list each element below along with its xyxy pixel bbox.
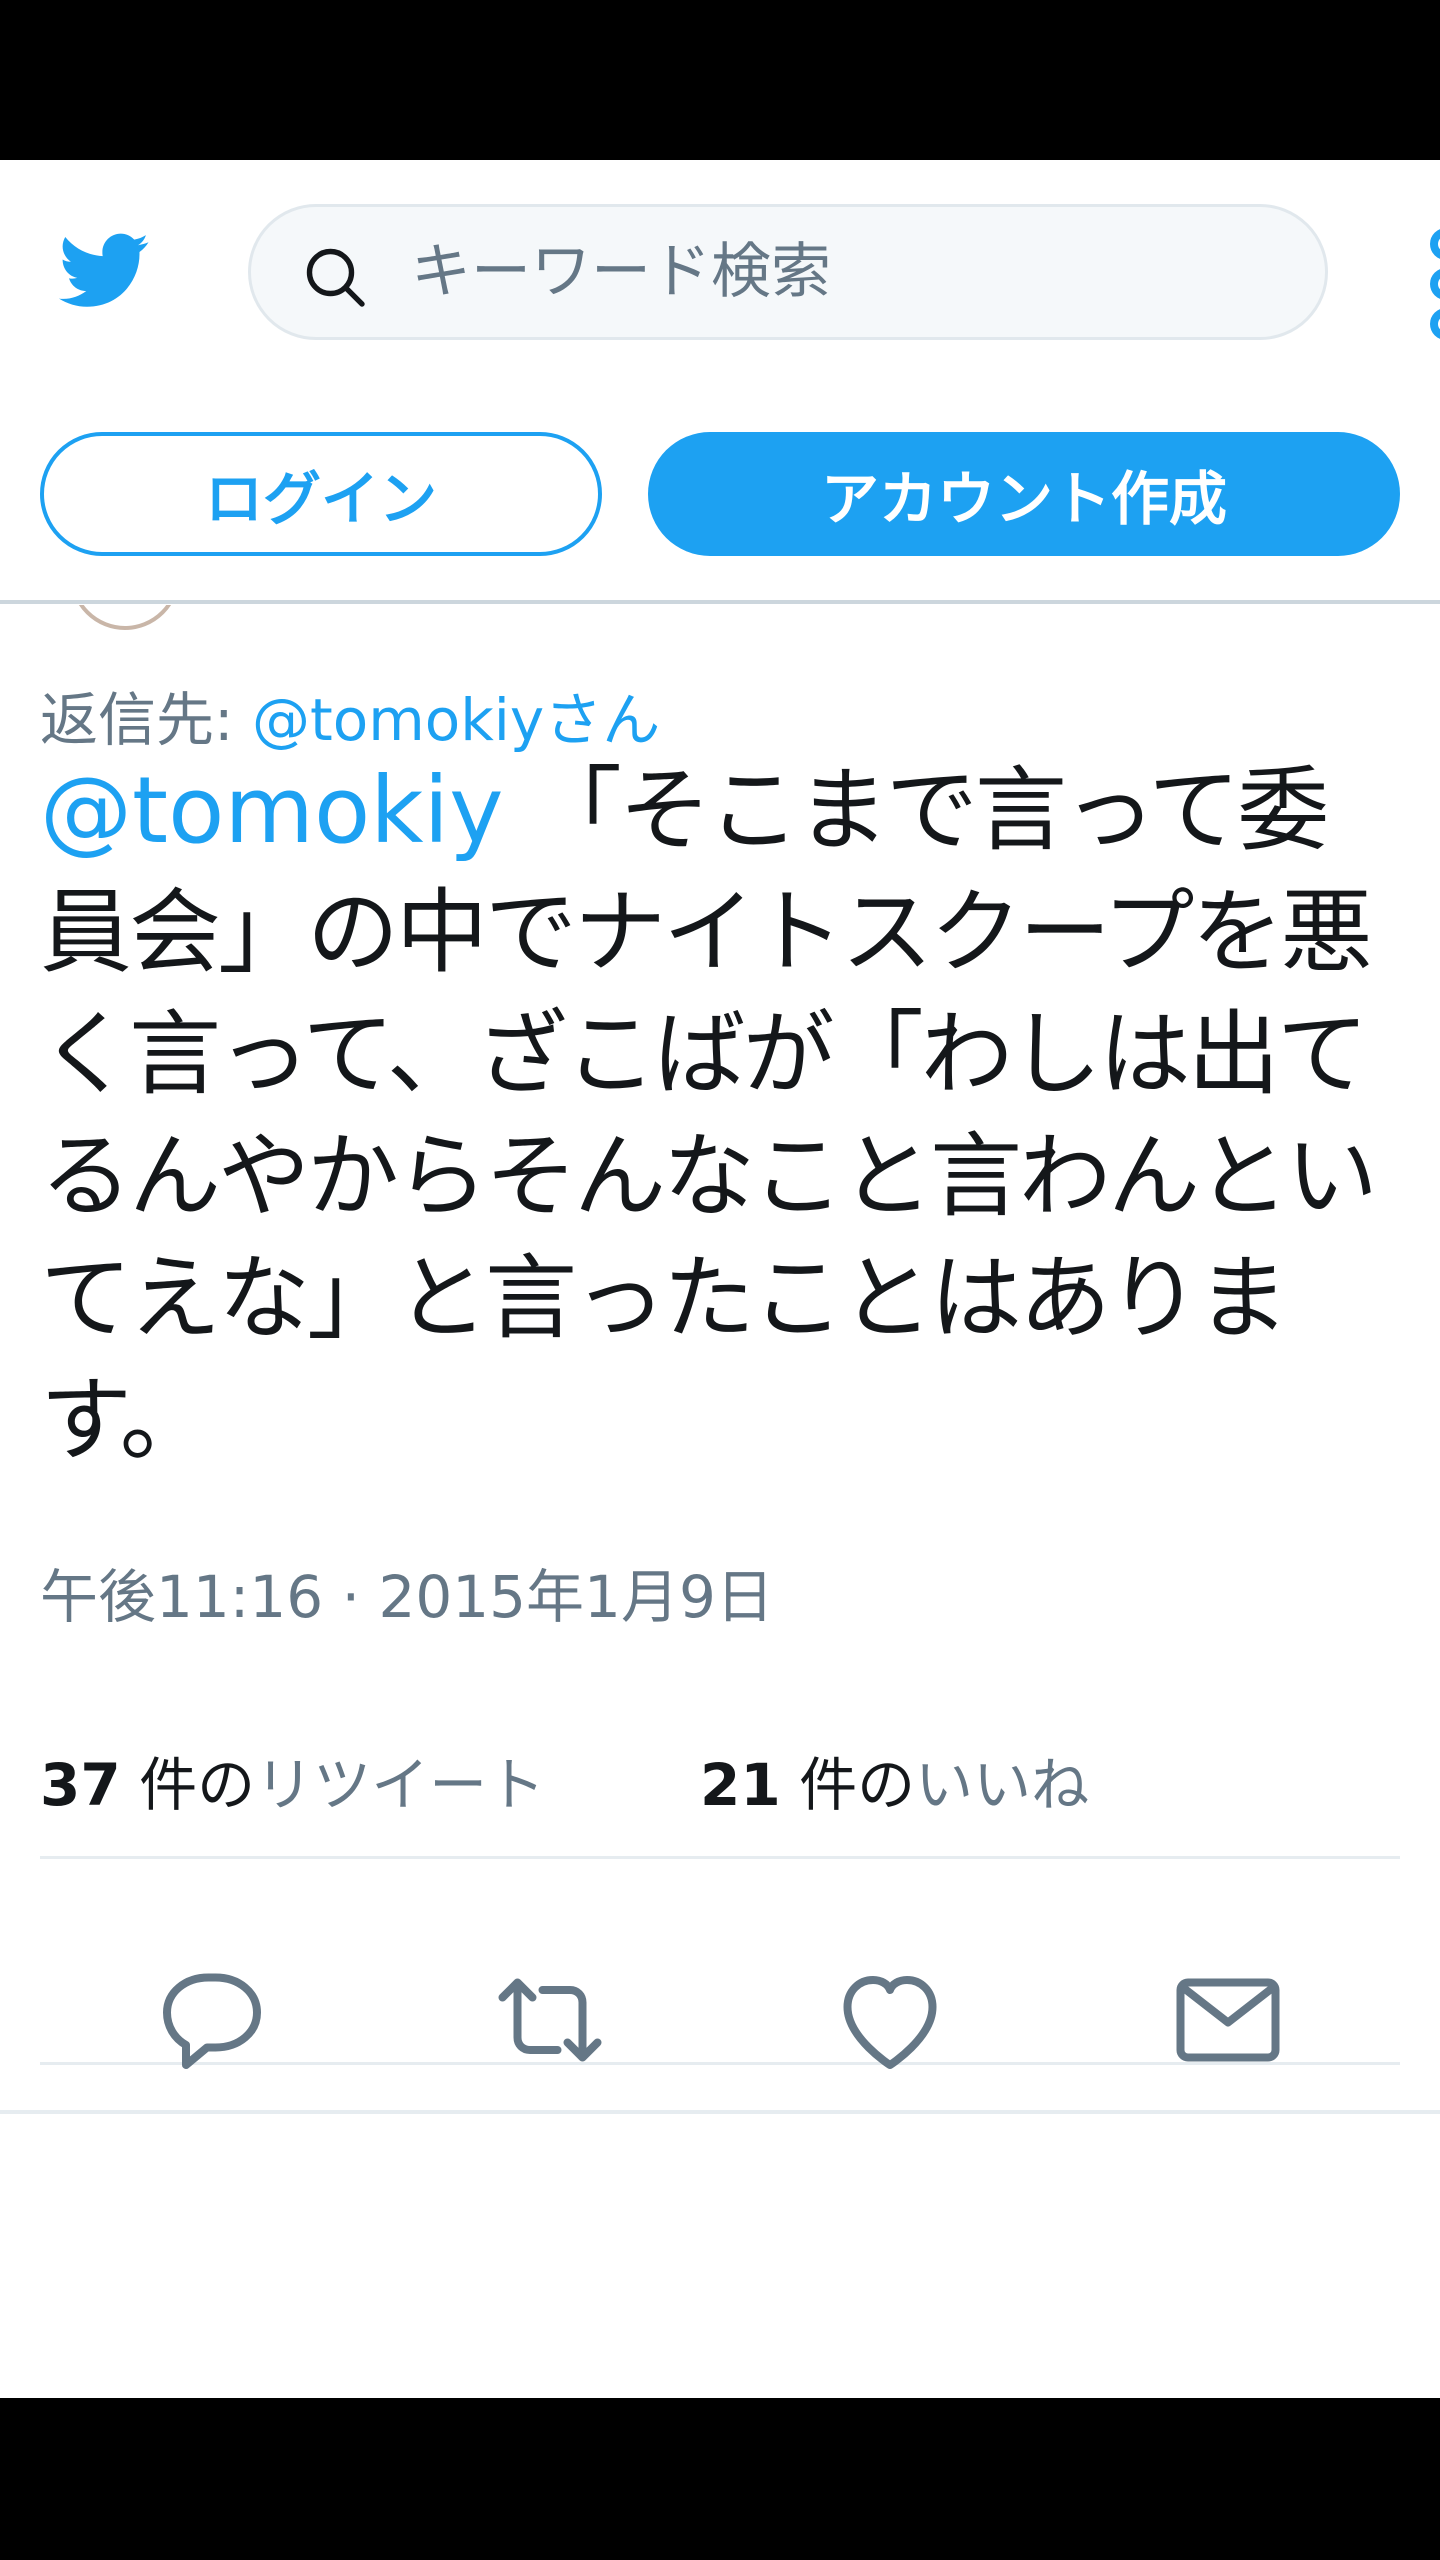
mention-link[interactable]: @tomokiy xyxy=(40,757,504,864)
divider xyxy=(40,1856,1400,1859)
like-unit: 件の xyxy=(780,1751,916,1819)
reply-suffix: さん xyxy=(544,686,661,754)
tweet-actions xyxy=(0,1960,1440,2100)
tweet-page: ログイン アカウント作成 返信先: @tomokiyさん @tomokiy 「そ… xyxy=(0,160,1440,2398)
search-icon xyxy=(306,248,365,307)
retweet-icon[interactable] xyxy=(490,1960,610,2080)
like-count-link[interactable]: 21 件のいいね xyxy=(700,1738,1089,1822)
retweet-label: リツイート xyxy=(255,1751,546,1819)
bottom-divider xyxy=(0,2110,1440,2114)
reply-mention-link[interactable]: @tomokiy xyxy=(252,686,544,754)
retweet-unit: 件の xyxy=(120,1751,256,1819)
tweet-stats: 37 件のリツイート 21 件のいいね xyxy=(40,1738,1400,1819)
reply-context: 返信先: @tomokiyさん xyxy=(40,680,660,760)
like-count: 21 xyxy=(700,1751,781,1819)
heart-icon[interactable] xyxy=(830,1960,950,2080)
like-label: いいね xyxy=(915,1751,1090,1819)
more-icon[interactable] xyxy=(1418,220,1440,340)
reply-icon[interactable] xyxy=(152,1960,272,2080)
signup-button[interactable]: アカウント作成 xyxy=(648,432,1400,556)
tweet-timestamp[interactable]: 午後11:16 · 2015年1月9日 xyxy=(40,1550,774,1634)
reply-prefix: 返信先: xyxy=(40,686,252,754)
envelope-icon[interactable] xyxy=(1168,1960,1288,2080)
header-divider xyxy=(0,600,1440,604)
login-button[interactable]: ログイン xyxy=(40,432,602,556)
top-bar: ログイン アカウント作成 xyxy=(0,160,1440,600)
twitter-bird-icon[interactable] xyxy=(50,225,160,315)
retweet-count: 37 xyxy=(40,1751,121,1819)
search-input[interactable] xyxy=(411,207,1291,337)
search-bar[interactable] xyxy=(248,204,1328,340)
tweet-body: 「そこまで言って委員会」の中でナイトスクープを悪く言って、ざこばが「わしは出てる… xyxy=(40,757,1378,1474)
retweet-count-link[interactable]: 37 件のリツイート xyxy=(40,1738,545,1822)
tweet-text: @tomokiy 「そこまで言って委員会」の中でナイトスクープを悪く言って、ざこ… xyxy=(40,750,1410,1482)
